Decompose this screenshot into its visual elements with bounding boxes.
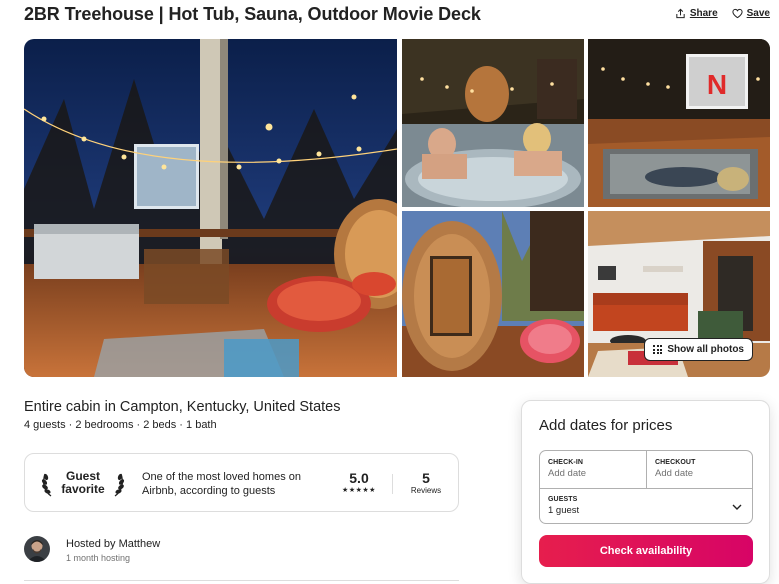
guest-favorite-description: One of the most loved homes on Airbnb, a… <box>142 471 301 497</box>
save-button[interactable]: Save <box>732 8 770 19</box>
guests-label: GUESTS <box>548 496 578 503</box>
listing-location-heading: Entire cabin in Campton, Kentucky, Unite… <box>24 399 341 415</box>
rating-divider <box>392 474 393 494</box>
section-divider <box>24 580 459 581</box>
laurel-left-icon <box>41 473 52 497</box>
photo-movie-deck[interactable]: N <box>588 39 770 207</box>
badge-line-2: favorite <box>61 482 105 496</box>
guest-favorite-card[interactable]: Guest favorite One of the most loved hom… <box>24 453 459 512</box>
listing-actions: Share Save <box>675 8 770 19</box>
show-all-photos-button[interactable]: Show all photos <box>644 338 753 361</box>
photo-gallery: N Show all photos <box>24 39 770 377</box>
guest-favorite-badge: Guest favorite <box>41 468 125 500</box>
show-all-photos-label: Show all photos <box>667 344 744 355</box>
grid-icon <box>653 345 663 354</box>
share-label: Share <box>689 8 718 19</box>
checkin-placeholder: Add date <box>548 468 587 479</box>
host-name: Hosted by Matthew <box>66 538 161 550</box>
rating-block: 5.0 ★★★★★ <box>339 470 379 494</box>
guests-value: 1 guest <box>548 505 580 516</box>
booking-card: Add dates for prices CHECK-IN Add date C… <box>521 400 770 584</box>
rating-stars-icon: ★★★★★ <box>342 487 376 494</box>
host-duration: 1 month hosting <box>66 553 131 563</box>
svg-text:N: N <box>707 69 727 100</box>
guest-favorite-badge-text: Guest favorite <box>57 470 109 496</box>
chevron-down-icon <box>732 504 742 510</box>
photo-main-deck-night[interactable] <box>24 39 397 377</box>
host-avatar[interactable] <box>24 536 50 562</box>
checkout-field[interactable]: CHECKOUT Add date <box>647 451 754 488</box>
checkout-label: CHECKOUT <box>655 459 696 466</box>
guests-select[interactable]: GUESTS 1 guest <box>540 488 752 525</box>
booking-title: Add dates for prices <box>539 417 673 434</box>
check-availability-button[interactable]: Check availability <box>539 535 753 567</box>
reviews-link[interactable]: 5 Reviews <box>406 470 446 495</box>
photo-hot-tub[interactable] <box>402 39 584 207</box>
rating-value: 5.0 <box>349 470 369 486</box>
date-picker: CHECK-IN Add date CHECKOUT Add date GUES… <box>539 450 753 524</box>
photo-sauna[interactable] <box>402 211 584 377</box>
reviews-label: Reviews <box>410 486 442 495</box>
checkout-placeholder: Add date <box>655 468 694 479</box>
laurel-right-icon <box>114 473 125 497</box>
listing-title: 2BR Treehouse | Hot Tub, Sauna, Outdoor … <box>24 4 481 24</box>
heart-icon <box>732 8 743 19</box>
listing-details: 4 guests · 2 bedrooms · 2 beds · 1 bath <box>24 419 217 431</box>
reviews-count: 5 <box>422 470 430 486</box>
save-label: Save <box>746 8 770 19</box>
checkin-field[interactable]: CHECK-IN Add date <box>540 451 647 488</box>
share-button[interactable]: Share <box>675 8 718 19</box>
checkin-label: CHECK-IN <box>548 459 584 466</box>
share-icon <box>676 8 685 19</box>
